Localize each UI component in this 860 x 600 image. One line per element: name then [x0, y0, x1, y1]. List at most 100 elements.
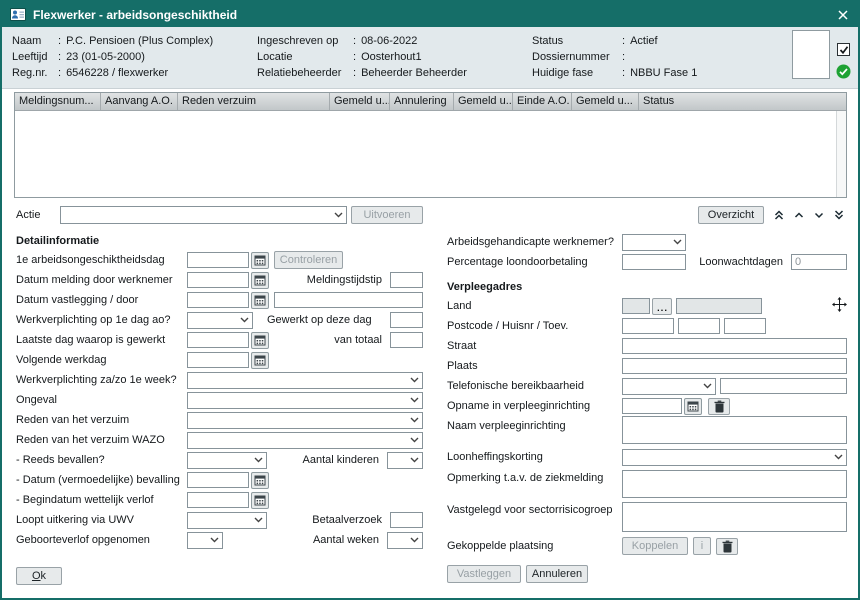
admission-calendar-button[interactable] [684, 398, 702, 415]
phone-reach-select[interactable] [622, 378, 716, 395]
row-disabled-employee: Arbeidsgehandicapte werknemer? [447, 232, 847, 252]
of-total-input[interactable] [390, 332, 423, 348]
column-header[interactable]: Gemeld u... [572, 93, 639, 110]
column-header[interactable]: Annulering [390, 93, 454, 110]
absence-reason-select[interactable] [187, 412, 423, 429]
sector-risk-input[interactable] [622, 502, 847, 532]
birth-leave-select[interactable] [187, 532, 223, 549]
next-workday-calendar-button[interactable] [251, 352, 269, 369]
city-input[interactable] [622, 358, 847, 374]
column-header[interactable]: Gemeld u... [330, 93, 390, 110]
info-label: Huidige fase [532, 67, 622, 79]
legal-leave-start-input[interactable] [187, 492, 249, 508]
disabled-employee-select[interactable] [622, 234, 686, 251]
scroll-up-button[interactable] [790, 207, 807, 224]
field-label: - Begindatum wettelijk verlof [16, 494, 187, 506]
already-delivered-select[interactable] [187, 452, 267, 469]
first-ao-day-input[interactable] [187, 252, 249, 268]
field-label: Aantal kinderen [303, 454, 387, 466]
row-last-day-worked: Laatste dag waarop is gewerkt van totaal [16, 330, 423, 350]
duty-weekend-select[interactable] [187, 372, 423, 389]
column-header[interactable]: Einde A.O. [513, 93, 572, 110]
absence-reason-wazo-select[interactable] [187, 432, 423, 449]
street-input[interactable] [622, 338, 847, 354]
institution-name-input[interactable] [622, 416, 847, 444]
trash-icon [722, 540, 733, 553]
payment-request-input[interactable] [390, 512, 423, 528]
record-date-input[interactable] [187, 292, 249, 308]
action-dropdown[interactable] [60, 206, 347, 224]
remark-input[interactable] [622, 470, 847, 498]
info-leeftijd: Leeftijd:23 (01-05-2000) [12, 49, 213, 65]
uitvoeren-button[interactable]: Uitvoeren [351, 206, 423, 224]
wait-days-input[interactable] [791, 254, 847, 270]
uwv-benefit-select[interactable] [187, 512, 267, 529]
next-workday-input[interactable] [187, 352, 249, 368]
admission-date-input[interactable] [622, 398, 682, 414]
scroll-bottom-button[interactable] [830, 207, 847, 224]
move-handle[interactable] [832, 297, 847, 315]
ok-button[interactable]: Ok [16, 567, 62, 585]
record-by-input[interactable] [274, 292, 423, 308]
column-header[interactable]: Meldingsnum... [15, 93, 101, 110]
close-button[interactable] [836, 8, 850, 22]
report-time-input[interactable] [390, 272, 423, 288]
column-header[interactable]: Reden verzuim [178, 93, 330, 110]
duty-first-day-select[interactable] [187, 312, 253, 329]
calendar-icon [254, 294, 266, 306]
info-value: Actief [630, 35, 658, 47]
chevron-down-icon [410, 397, 419, 403]
vastleggen-button[interactable]: Vastleggen [447, 565, 521, 583]
row-next-workday: Volgende werkdag [16, 350, 423, 370]
scroll-down-button[interactable] [810, 207, 827, 224]
header-checkbox[interactable] [837, 43, 850, 56]
placement-info-button[interactable]: i [693, 537, 711, 555]
field-label: Reden van het verzuim WAZO [16, 434, 187, 446]
controleren-button[interactable]: Controleren [274, 251, 343, 269]
country-lookup-button[interactable]: ... [652, 298, 672, 315]
accident-select[interactable] [187, 392, 423, 409]
weeks-count-select[interactable] [387, 532, 423, 549]
calendar-icon [254, 494, 266, 506]
info-colon: : [622, 35, 625, 47]
admission-delete-button[interactable] [708, 398, 730, 415]
tax-credit-select[interactable] [622, 449, 847, 466]
koppelen-button[interactable]: Koppelen [622, 537, 688, 555]
row-sector-risk: Vastgelegd voor sectorrisicogroep [447, 500, 847, 536]
first-ao-day-calendar-button[interactable] [251, 252, 269, 269]
record-date-calendar-button[interactable] [251, 292, 269, 309]
expected-delivery-input[interactable] [187, 472, 249, 488]
vertical-scrollbar[interactable] [836, 111, 846, 197]
info-label: Locatie [257, 51, 353, 63]
column-header[interactable]: Status [639, 93, 846, 110]
column-header[interactable]: Gemeld u... [454, 93, 513, 110]
scroll-top-button[interactable] [770, 207, 787, 224]
country-code-input[interactable] [622, 298, 650, 314]
field-label: Loonwachtdagen [699, 256, 791, 268]
last-day-worked-input[interactable] [187, 332, 249, 348]
info-colon: : [622, 51, 625, 63]
report-date-input[interactable] [187, 272, 249, 288]
postcode-input[interactable] [622, 318, 674, 334]
status-ok-icon [836, 64, 851, 79]
huisnr-input[interactable] [678, 318, 720, 334]
annuleren-button[interactable]: Annuleren [526, 565, 588, 583]
table-body[interactable] [15, 110, 846, 197]
report-date-calendar-button[interactable] [251, 272, 269, 289]
placement-delete-button[interactable] [716, 538, 738, 555]
phone-number-input[interactable] [720, 378, 847, 394]
country-name-input[interactable] [676, 298, 762, 314]
column-header[interactable]: Aanvang A.O. [101, 93, 178, 110]
legal-leave-start-calendar-button[interactable] [251, 492, 269, 509]
detail-section-title: Detailinformatie [16, 232, 423, 250]
info-value: P.C. Pensioen (Plus Complex) [66, 35, 213, 47]
wage-percentage-input[interactable] [622, 254, 686, 270]
info-locatie: Locatie:Oosterhout1 [257, 49, 467, 65]
children-count-select[interactable] [387, 452, 423, 469]
overzicht-button[interactable]: Overzicht [698, 206, 764, 224]
last-day-worked-calendar-button[interactable] [251, 332, 269, 349]
expected-delivery-calendar-button[interactable] [251, 472, 269, 489]
worked-this-day-input[interactable] [390, 312, 423, 328]
action-row: Actie Uitvoeren Overzicht [16, 205, 847, 225]
toevoeging-input[interactable] [724, 318, 766, 334]
